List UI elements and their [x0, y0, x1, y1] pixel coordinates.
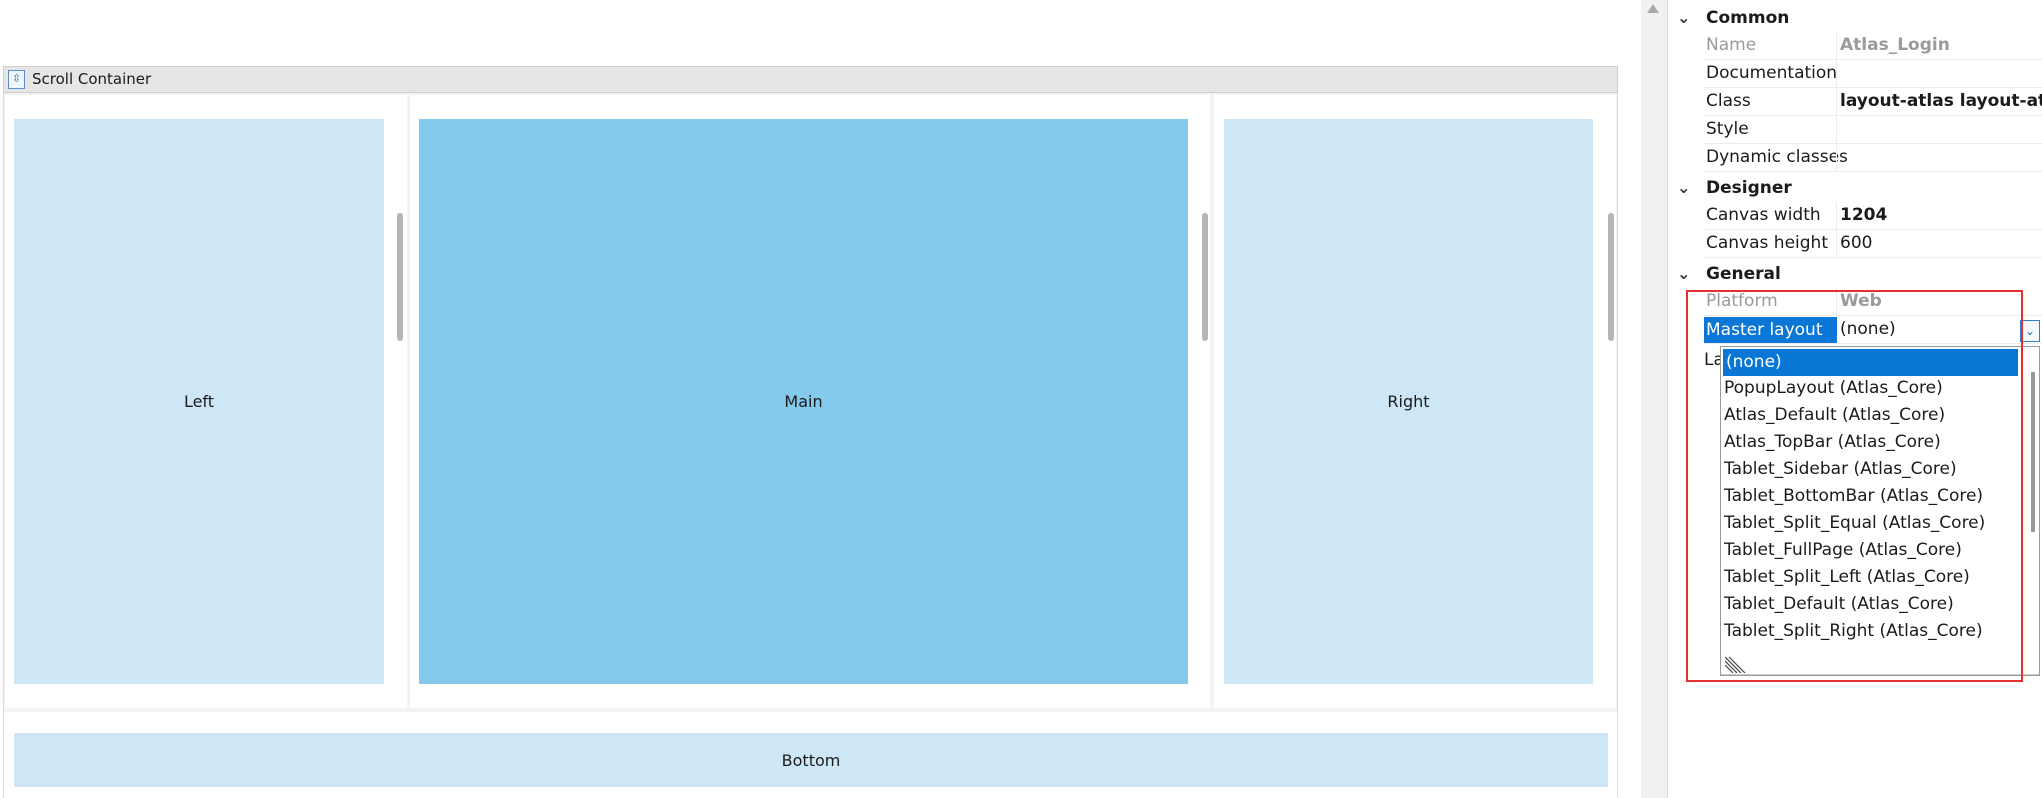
property-key: Name [1706, 35, 1757, 55]
main-column-scrollbar[interactable] [1202, 213, 1208, 341]
section-designer-title: Designer [1706, 178, 1792, 198]
property-row-canvas-width[interactable]: Canvas width 1204 [1704, 202, 2042, 230]
property-row-documentation[interactable]: Documentation [1704, 60, 2042, 88]
right-region-label: Right [1387, 392, 1430, 411]
property-row-dynamic-classes[interactable]: Dynamic classes [1704, 144, 2042, 172]
property-key: Dynamic classes [1706, 147, 1848, 167]
property-row-style[interactable]: Style [1704, 116, 2042, 144]
scroll-container-icon: ⇳ [8, 70, 25, 89]
main-region[interactable]: Main [419, 119, 1188, 684]
right-column-scrollbar[interactable] [1608, 213, 1614, 341]
highlight-annotation-box [1686, 290, 2023, 682]
property-value[interactable]: layout-atlas layout-atlas- [1840, 88, 2042, 115]
section-common-title: Common [1706, 8, 1790, 28]
section-designer[interactable]: ⌄ Designer [1671, 174, 2042, 202]
property-key: Class [1706, 91, 1751, 111]
chevron-down-icon[interactable]: ⌄ [1677, 260, 1690, 288]
scroll-up-arrow-icon[interactable] [1647, 4, 1659, 13]
section-general[interactable]: ⌄ General [1671, 260, 2042, 288]
section-general-title: General [1706, 264, 1781, 284]
property-key: Documentation [1706, 63, 1838, 83]
property-key: Canvas height [1706, 233, 1828, 253]
property-value[interactable]: 600 [1840, 230, 1872, 257]
dropdown-scrollbar[interactable] [2031, 372, 2035, 532]
properties-divider[interactable] [1641, 0, 1668, 798]
property-row-class[interactable]: Class layout-atlas layout-atlas- [1704, 88, 2042, 116]
property-key: Canvas width [1706, 205, 1821, 225]
right-region[interactable]: Right [1224, 119, 1593, 684]
section-common[interactable]: ⌄ Common [1671, 4, 2042, 32]
scroll-container-header[interactable]: ⇳ Scroll Container [3, 66, 1618, 93]
bottom-region[interactable]: Bottom [14, 733, 1608, 787]
left-region[interactable]: Left [14, 119, 384, 684]
bottom-region-label: Bottom [781, 750, 841, 770]
property-value: Atlas_Login [1840, 35, 1950, 55]
chevron-down-icon[interactable]: ⌄ [1677, 174, 1690, 202]
scroll-container-label: Scroll Container [32, 70, 152, 88]
dropdown-chevron-icon[interactable]: ⌄ [2020, 320, 2040, 342]
property-key: Style [1706, 119, 1749, 139]
left-column-scrollbar[interactable] [397, 213, 403, 341]
property-row-name[interactable]: Name Atlas_Login [1704, 32, 2042, 60]
property-value[interactable]: 1204 [1840, 202, 1887, 229]
left-region-label: Left [183, 392, 215, 411]
main-region-label: Main [784, 392, 823, 411]
chevron-down-icon[interactable]: ⌄ [1677, 4, 1690, 32]
property-row-canvas-height[interactable]: Canvas height 600 [1704, 230, 2042, 258]
